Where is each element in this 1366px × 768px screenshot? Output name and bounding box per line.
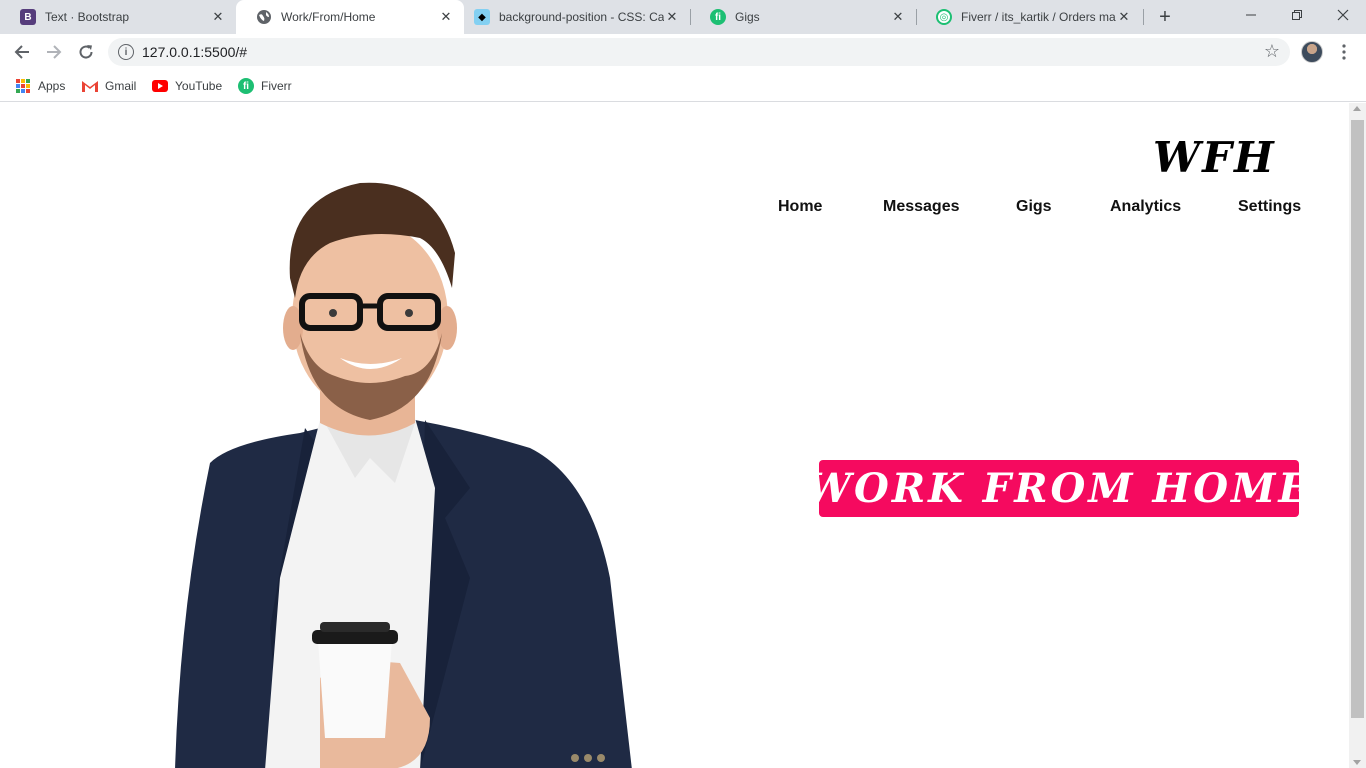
browser-tab-strip: B Text · Bootstrap ✕ Work/From/Home ✕ ◆ … (0, 0, 1366, 34)
restore-button[interactable] (1274, 0, 1320, 30)
scroll-down-icon[interactable] (1353, 760, 1361, 765)
bootstrap-icon: B (20, 9, 36, 25)
bookmark-label: Fiverr (261, 79, 292, 93)
star-icon[interactable]: ☆ (1264, 41, 1280, 62)
address-bar[interactable]: i 127.0.0.1:5500/# ☆ (108, 38, 1290, 66)
nav-messages[interactable]: Messages (883, 198, 960, 216)
url-text[interactable]: 127.0.0.1:5500/# (142, 44, 247, 60)
hero-banner: WORK FROM HOME (819, 460, 1299, 517)
scroll-up-icon[interactable] (1353, 106, 1361, 111)
tab-title: Gigs (735, 10, 760, 24)
minimize-button[interactable] (1228, 0, 1274, 30)
tab-work-from-home[interactable]: Work/From/Home ✕ (236, 0, 464, 34)
minimize-icon (1246, 14, 1256, 16)
youtube-icon (152, 78, 168, 94)
close-icon[interactable]: ✕ (1116, 9, 1132, 25)
bookmark-label: Gmail (105, 79, 137, 93)
gmail-icon (82, 78, 98, 94)
tab-mdn[interactable]: ◆ background-position - CSS: Ca ✕ (464, 0, 690, 34)
reload-button[interactable] (72, 38, 100, 66)
hero-person-image (175, 182, 632, 768)
bookmark-label: YouTube (175, 79, 223, 93)
close-icon[interactable]: ✕ (890, 9, 906, 25)
bookmark-fiverr[interactable]: fi Fiverr (238, 77, 292, 95)
tab-bootstrap[interactable]: B Text · Bootstrap ✕ (0, 0, 236, 34)
kebab-menu-icon (1342, 44, 1346, 60)
close-icon (1337, 9, 1349, 21)
bookmarks-bar: Apps Gmail YouTube fi Fiverr (0, 70, 1366, 102)
forward-button[interactable] (40, 38, 68, 66)
bookmark-gmail[interactable]: Gmail (82, 77, 136, 95)
nav-analytics[interactable]: Analytics (1110, 198, 1181, 216)
arrow-right-icon (47, 45, 62, 59)
tab-title: Fiverr / its_kartik / Orders man (961, 10, 1116, 24)
nav-home[interactable]: Home (778, 198, 822, 216)
tab-title: Work/From/Home (281, 10, 376, 24)
info-icon[interactable]: i (118, 44, 134, 60)
tab-title: background-position - CSS: Ca (499, 10, 664, 24)
page-viewport: WFH Home Messages Gigs Analytics Setting… (0, 103, 1349, 768)
close-icon[interactable]: ✕ (210, 9, 226, 25)
back-button[interactable] (8, 38, 36, 66)
scrollbar-thumb[interactable] (1351, 120, 1364, 718)
avatar[interactable] (1301, 41, 1323, 63)
bookmark-label: Apps (38, 79, 66, 93)
arrow-left-icon (14, 45, 29, 59)
bookmark-youtube[interactable]: YouTube (152, 77, 222, 95)
mdn-icon: ◆ (474, 9, 490, 25)
globe-icon (256, 9, 272, 25)
tab-gigs[interactable]: fi Gigs ✕ (690, 0, 916, 34)
nav-gigs[interactable]: Gigs (1016, 198, 1052, 216)
restore-icon (1292, 10, 1302, 20)
close-icon[interactable]: ✕ (438, 9, 454, 25)
close-icon[interactable]: ✕ (664, 9, 680, 25)
fiverr-ring-icon: ◎ (936, 9, 952, 25)
reload-icon (79, 45, 93, 59)
menu-button[interactable] (1334, 40, 1354, 64)
page-scrollbar[interactable] (1349, 103, 1366, 768)
tab-separator (1143, 9, 1144, 25)
site-logo[interactable]: WFH (1153, 133, 1276, 182)
hero-title: WORK FROM HOME (819, 465, 1299, 512)
new-tab-button[interactable]: + (1153, 5, 1177, 29)
tab-fiverr-orders[interactable]: ◎ Fiverr / its_kartik / Orders man ✕ (916, 0, 1142, 34)
bookmark-apps[interactable]: Apps (15, 77, 65, 95)
apps-grid-icon (15, 78, 31, 94)
close-window-button[interactable] (1320, 0, 1366, 30)
fiverr-icon: fi (238, 78, 254, 94)
fiverr-icon: fi (710, 9, 726, 25)
nav-settings[interactable]: Settings (1238, 198, 1301, 216)
tab-title: Text · Bootstrap (45, 10, 130, 24)
